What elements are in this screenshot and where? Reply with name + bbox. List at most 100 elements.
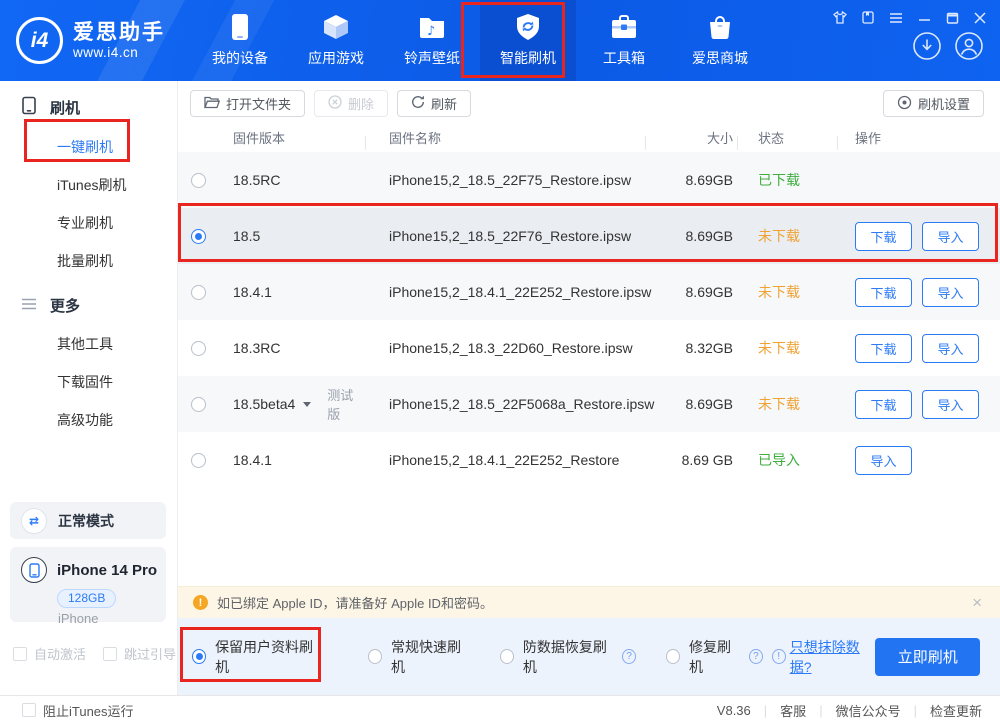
flash-settings-button[interactable]: 刷机设置 [883, 90, 984, 117]
import-button[interactable]: 导入 [922, 278, 979, 307]
row-radio[interactable] [191, 453, 206, 468]
radio-repair-flash[interactable]: 修复刷机 ? ! [666, 637, 786, 677]
menu-icon[interactable] [889, 12, 903, 24]
info-icon[interactable]: ! [772, 649, 786, 664]
help-icon[interactable]: ? [749, 649, 763, 664]
column-action: 操作 [837, 128, 1000, 147]
nav-label: 爱思商城 [692, 48, 748, 68]
delete-button[interactable]: 删除 [314, 90, 388, 117]
status-not-downloaded: 未下载 [758, 228, 800, 244]
customer-service-link[interactable]: 客服 [780, 701, 806, 720]
download-button[interactable]: 下载 [855, 222, 912, 251]
row-radio[interactable] [191, 173, 206, 188]
sidebar-item-pro-flash[interactable]: 专业刷机 [0, 204, 177, 242]
window-controls [833, 11, 986, 24]
firmware-version: 18.4.1 [218, 284, 365, 300]
nav-store[interactable]: 爱思商城 [672, 0, 768, 81]
firmware-row[interactable]: 18.4.1 iPhone15,2_18.4.1_22E252_Restore … [178, 432, 1000, 488]
version-dropdown-icon[interactable] [303, 402, 311, 407]
firmware-size: 8.69 GB [645, 452, 737, 468]
firmware-row[interactable]: 18.3RC iPhone15,2_18.3_22D60_Restore.ips… [178, 320, 1000, 376]
open-folder-button[interactable]: 打开文件夹 [190, 90, 305, 117]
notice-text: 如已绑定 Apple ID，请准备好 Apple ID和密码。 [217, 593, 493, 612]
download-button[interactable]: 下载 [855, 334, 912, 363]
status-not-downloaded: 未下载 [758, 284, 800, 300]
firmware-row[interactable]: 18.5beta4 测试版 iPhone15,2_18.5_22F5068a_R… [178, 376, 1000, 432]
theme-skin-icon[interactable] [833, 11, 847, 24]
radio-label: 常规快速刷机 [391, 637, 469, 677]
import-button[interactable]: 导入 [922, 334, 979, 363]
skip-setup-checkbox[interactable]: 跳过引导 [103, 644, 176, 663]
apple-id-notice: ! 如已绑定 Apple ID，请准备好 Apple ID和密码。 × [178, 586, 1000, 618]
row-radio[interactable] [191, 285, 206, 300]
ringtone-wallpaper-icon: ♪ [418, 13, 446, 41]
row-radio-selected[interactable] [191, 229, 206, 244]
section-title: 更多 [50, 295, 80, 316]
wechat-official-link[interactable]: 微信公众号 [836, 701, 901, 720]
firmware-row[interactable]: 18.5 iPhone15,2_18.5_22F76_Restore.ipsw … [178, 208, 1000, 264]
sidebar-item-download-firmware[interactable]: 下载固件 [0, 363, 177, 401]
radio-anti-data-recovery-flash[interactable]: 防数据恢复刷机 ? [500, 637, 636, 677]
radio-normal-fast-flash[interactable]: 常规快速刷机 [368, 637, 469, 677]
sidebar-item-batch-flash[interactable]: 批量刷机 [0, 242, 177, 280]
nav-smart-flash[interactable]: 智能刷机 [480, 0, 576, 81]
logo-circle-icon: i4 [16, 17, 63, 64]
sidebar: 刷机 一键刷机 iTunes刷机 专业刷机 批量刷机 更多 其他工具 下载固件 … [0, 81, 178, 695]
firmware-name: iPhone15,2_18.3_22D60_Restore.ipsw [365, 340, 645, 356]
sidebar-item-advanced[interactable]: 高级功能 [0, 401, 177, 439]
radio-keep-user-data[interactable]: 保留用户资料刷机 [192, 637, 319, 677]
button-label: 打开文件夹 [226, 94, 291, 113]
sidebar-item-one-key-flash[interactable]: 一键刷机 [0, 128, 177, 166]
erase-data-link[interactable]: 只想抹除数据? [790, 637, 876, 677]
device-name: iPhone 14 Pro [57, 562, 157, 579]
main-nav: 我的设备 应用游戏 ♪ 铃声壁纸 智能刷机 [192, 0, 768, 81]
import-button[interactable]: 导入 [922, 222, 979, 251]
refresh-button[interactable]: 刷新 [397, 90, 471, 117]
auto-activate-checkbox[interactable]: 自动激活 [13, 644, 86, 663]
firmware-row[interactable]: 18.5RC iPhone15,2_18.5_22F75_Restore.ips… [178, 152, 1000, 208]
notes-icon[interactable] [862, 11, 874, 24]
close-icon[interactable] [974, 12, 986, 24]
download-button[interactable]: 下载 [855, 390, 912, 419]
block-itunes-checkbox[interactable]: 阻止iTunes运行 [22, 701, 134, 720]
download-manager-icon[interactable] [912, 31, 942, 61]
smart-flash-icon [514, 13, 542, 41]
help-icon[interactable]: ? [622, 649, 636, 664]
sidebar-item-other-tools[interactable]: 其他工具 [0, 325, 177, 363]
normal-mode-card[interactable]: ⇄ 正常模式 [10, 502, 166, 539]
divider: | [764, 703, 767, 718]
firmware-size: 8.69GB [645, 284, 737, 300]
header-right [833, 0, 1000, 81]
download-button[interactable]: 下载 [855, 278, 912, 307]
firmware-size: 8.69GB [645, 172, 737, 188]
notice-close-icon[interactable]: × [972, 594, 982, 611]
minimize-icon[interactable] [918, 12, 931, 24]
row-radio[interactable] [191, 341, 206, 356]
account-icon[interactable] [954, 31, 984, 61]
nav-apps-games[interactable]: 应用游戏 [288, 0, 384, 81]
app-title: 爱思助手 [73, 21, 165, 45]
radio-label: 保留用户资料刷机 [215, 637, 319, 677]
warning-icon: ! [193, 595, 208, 610]
sidebar-item-itunes-flash[interactable]: iTunes刷机 [0, 166, 177, 204]
column-status: 状态 [737, 128, 837, 147]
import-button[interactable]: 导入 [855, 446, 912, 475]
checkbox-label: 跳过引导 [124, 644, 176, 663]
mode-label: 正常模式 [58, 511, 114, 531]
column-name: 固件名称 [365, 128, 645, 147]
firmware-version: 18.5beta4 测试版 [218, 385, 365, 423]
nav-my-device[interactable]: 我的设备 [192, 0, 288, 81]
sidebar-section-more: 更多 [0, 280, 177, 325]
section-title: 刷机 [50, 97, 80, 118]
flash-now-button[interactable]: 立即刷机 [875, 638, 980, 676]
check-update-link[interactable]: 检查更新 [930, 701, 982, 720]
nav-ringtone-wallpaper[interactable]: ♪ 铃声壁纸 [384, 0, 480, 81]
firmware-row[interactable]: 18.4.1 iPhone15,2_18.4.1_22E252_Restore.… [178, 264, 1000, 320]
nav-toolbox[interactable]: 工具箱 [576, 0, 672, 81]
maximize-icon[interactable] [946, 12, 959, 24]
refresh-icon [411, 95, 425, 112]
nav-label: 我的设备 [212, 48, 268, 68]
row-radio[interactable] [191, 397, 206, 412]
import-button[interactable]: 导入 [922, 390, 979, 419]
checkbox-label: 阻止iTunes运行 [43, 701, 134, 720]
